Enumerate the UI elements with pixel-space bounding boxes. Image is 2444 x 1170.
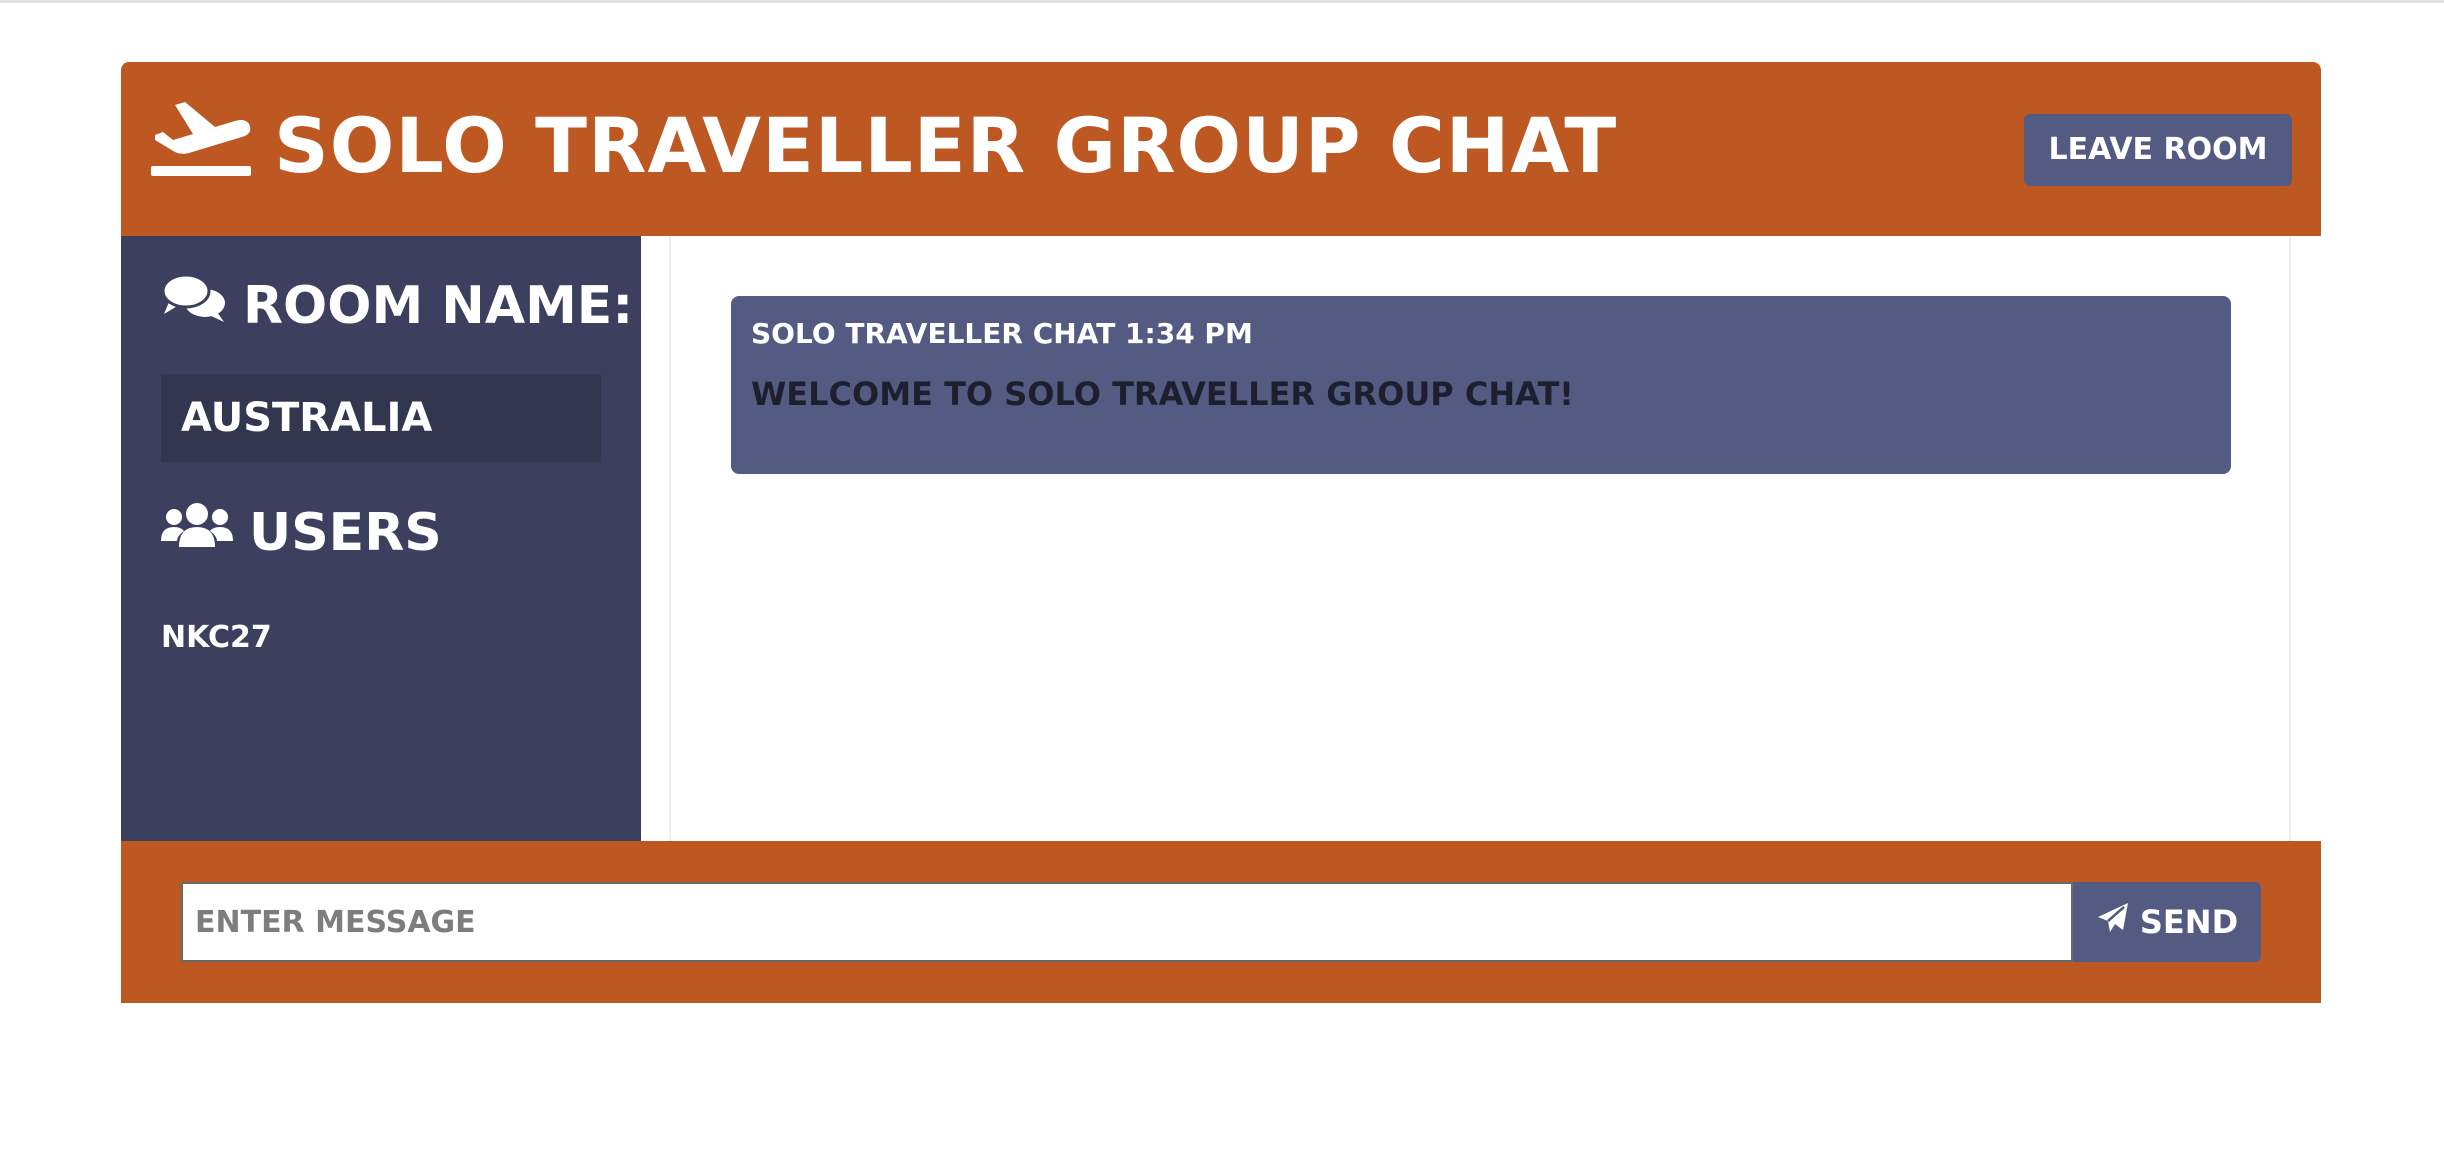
chat-messages: Solo Traveller Chat 1:34 PM Welcome to S…	[669, 236, 2291, 841]
send-button[interactable]: Send	[2073, 882, 2261, 962]
users-heading: Users	[161, 499, 442, 566]
plane-departure-icon	[149, 96, 253, 180]
users-icon	[161, 499, 249, 566]
room-name: Australia	[161, 374, 601, 462]
message-text: Welcome to Solo Traveller Group Chat!	[751, 375, 1574, 413]
chat-main: Room Name: Australia	[121, 236, 2321, 841]
send-button-label: Send	[2139, 903, 2239, 941]
user-list-item: NKC27	[161, 620, 272, 655]
chat-form-container: Send	[121, 841, 2321, 1003]
message-input[interactable]	[181, 882, 2073, 962]
chat-container: Solo Traveller Group Chat Leave Room	[121, 62, 2321, 1003]
comments-icon	[161, 272, 243, 339]
message-meta: Solo Traveller Chat 1:34 PM	[751, 317, 1253, 350]
chat-header: Solo Traveller Group Chat Leave Room	[121, 62, 2321, 236]
sidebar: Room Name: Australia	[121, 236, 641, 841]
leave-room-button[interactable]: Leave Room	[2024, 114, 2292, 186]
chat-message: Solo Traveller Chat 1:34 PM Welcome to S…	[731, 296, 2231, 474]
paper-plane-icon	[2096, 901, 2140, 943]
room-name-heading-label: Room Name:	[243, 275, 634, 336]
users-list: NKC27	[161, 616, 272, 660]
users-heading-label: Users	[249, 502, 442, 563]
room-name-heading: Room Name:	[161, 272, 633, 339]
app-title: Solo Traveller Group Chat	[274, 101, 1618, 190]
top-divider	[0, 0, 2444, 3]
